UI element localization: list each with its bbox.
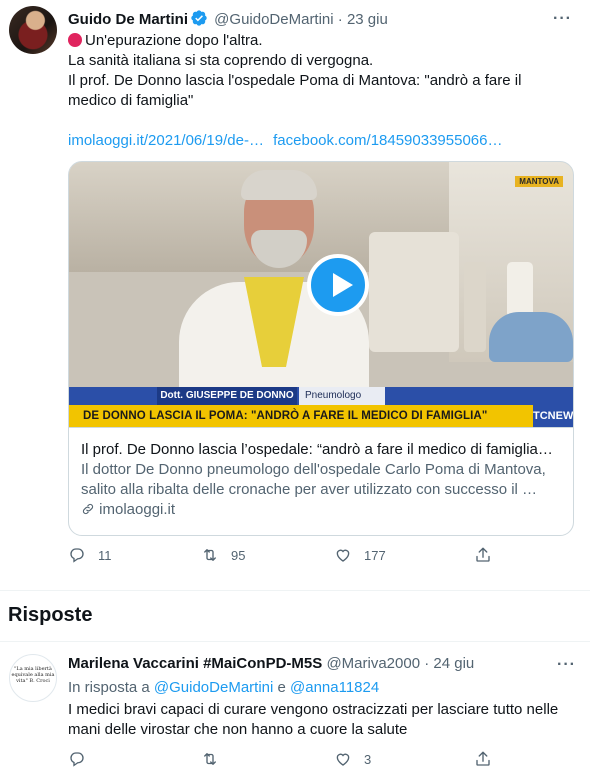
reply-button[interactable]: 11 [68, 546, 112, 564]
headline-overlay: DE DONNO LASCIA IL POMA: "ANDRÒ A FARE I… [83, 410, 488, 422]
author-name[interactable]: Guido De Martini [68, 11, 188, 28]
card-text[interactable]: Il prof. De Donno lascia l’ospedale: “an… [69, 427, 573, 520]
reply-button[interactable] [68, 750, 98, 768]
caption-name: Dott. GIUSEPPE DE DONNO [157, 387, 297, 405]
author-avatar[interactable] [9, 6, 57, 54]
reply-author-handle[interactable]: @Mariva2000 [326, 655, 420, 672]
retweet-button[interactable]: 95 [201, 546, 245, 564]
tweet-line-2: La sanità italiana si sta coprendo di ve… [68, 52, 374, 69]
lower-third-headline-bar: DE DONNO LASCIA IL POMA: "ANDRÒ A FARE I… [69, 405, 573, 427]
tweet-text: Un'epurazione dopo l'altra. La sanità it… [68, 31, 568, 111]
separator-dot: · [424, 655, 430, 672]
tweet-line-3: Il prof. De Donno lascia l'ospedale Poma… [68, 72, 522, 109]
reply-header: Marilena Vaccarini #MaiConPD-M5S @Mariva… [68, 655, 474, 673]
retweet-icon [204, 753, 216, 765]
like-button[interactable]: 3 [334, 750, 371, 768]
link-imolaoggi[interactable]: imolaoggi.it/2021/06/19/de-… [68, 132, 264, 149]
like-icon [336, 549, 350, 562]
reply-avatar-quote: "La mia libertà equivale alla mia vita" … [11, 666, 55, 684]
verified-badge-icon [190, 9, 208, 32]
divider [0, 641, 590, 642]
share-button[interactable] [474, 750, 492, 768]
share-button[interactable] [474, 546, 492, 564]
more-options-icon[interactable]: ··· [553, 10, 572, 28]
tweet-links: imolaoggi.it/2021/06/19/de-… facebook.co… [68, 131, 507, 151]
tweet: Guido De Martini @GuidoDeMartini · 23 gi… [0, 0, 590, 590]
reply-avatar[interactable]: "La mia libertà equivale alla mia vita" … [9, 654, 57, 702]
reply-icon [70, 752, 84, 767]
tweet-actions: 11 95 177 [68, 546, 498, 566]
play-icon[interactable] [307, 254, 369, 316]
tweet-line-1: Un'epurazione dopo l'altra. [85, 32, 263, 49]
like-count: 177 [364, 547, 386, 563]
in-reply-to: In risposta a @GuidoDeMartini e @anna118… [68, 679, 379, 697]
card-domain: imolaoggi.it [81, 500, 561, 520]
in-reply-user-1[interactable]: @GuidoDeMartini [154, 679, 273, 696]
tweet-date[interactable]: 23 giu [347, 11, 388, 28]
reply-date[interactable]: 24 giu [433, 655, 474, 672]
stop-sign-icon [68, 33, 82, 47]
background-object [489, 312, 573, 362]
divider [0, 590, 590, 591]
doctor-hair [241, 170, 317, 200]
like-button[interactable]: 177 [334, 546, 386, 564]
corner-tag: MANTOVA [515, 176, 563, 187]
section-title: Risposte [8, 604, 93, 626]
link-facebook[interactable]: facebook.com/18459033955066… [273, 132, 502, 149]
link-icon [82, 503, 94, 515]
lower-third-name-bar: Dott. GIUSEPPE DE DONNO Pneumologo [69, 387, 573, 405]
in-reply-user-2[interactable]: @anna11824 [290, 679, 379, 696]
card-domain-text: imolaoggi.it [99, 501, 176, 518]
card-description: Il dottor De Donno pneumologo dell'osped… [81, 461, 546, 498]
background-equipment [369, 232, 459, 352]
reply-count: 11 [98, 547, 112, 563]
in-reply-prefix: In risposta a [68, 679, 150, 696]
background-bottle [507, 262, 533, 318]
reply-actions: 3 [68, 750, 498, 770]
retweet-button[interactable] [201, 750, 231, 768]
reply-icon [70, 548, 84, 563]
author-handle[interactable]: @GuidoDeMartini [214, 11, 333, 28]
news-logo: TCNEWS [533, 405, 573, 427]
link-card[interactable]: MANTOVA Dott. GIUSEPPE DE DONNO Pneumolo… [68, 161, 574, 536]
background-tube [464, 262, 486, 352]
like-count: 3 [364, 751, 372, 767]
retweet-count: 95 [231, 547, 246, 563]
retweet-icon [204, 549, 216, 561]
reply-text: I medici bravi capaci di curare vengono … [68, 701, 559, 738]
reply-author-name[interactable]: Marilena Vaccarini #MaiConPD-M5S [68, 655, 322, 672]
video-thumbnail[interactable]: MANTOVA Dott. GIUSEPPE DE DONNO Pneumolo… [69, 162, 573, 427]
more-options-icon[interactable]: ··· [557, 656, 576, 674]
tweet-header: Guido De Martini @GuidoDeMartini · 23 gi… [68, 9, 388, 32]
in-reply-and: e [277, 679, 286, 696]
share-icon [476, 751, 490, 766]
like-icon [336, 753, 350, 766]
card-title: Il prof. De Donno lascia l’ospedale: “an… [81, 441, 553, 458]
caption-role: Pneumologo [299, 387, 385, 405]
separator-dot: · [337, 11, 343, 28]
share-icon [476, 547, 490, 562]
